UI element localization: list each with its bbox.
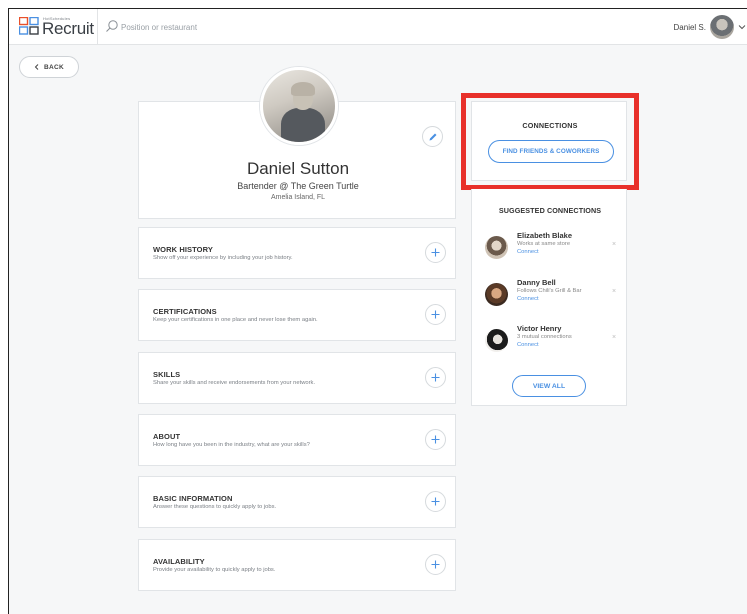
app-window: HotSchedules Recruit Daniel S. BACK D <box>8 8 747 614</box>
plus-icon <box>431 310 440 319</box>
user-menu[interactable]: Daniel S. <box>674 14 746 40</box>
connect-link[interactable]: Connect <box>517 249 539 255</box>
section-title: WORK HISTORY <box>153 245 213 254</box>
search-input[interactable] <box>121 19 341 35</box>
pencil-icon <box>429 133 436 140</box>
section-availability: AVAILABILITY Provide your availability t… <box>138 539 456 591</box>
section-skills: SKILLS Share your skills and receive end… <box>138 352 456 404</box>
section-description: Keep your certifications in one place an… <box>153 317 318 323</box>
section-certifications: CERTIFICATIONS Keep your certifications … <box>138 289 456 341</box>
section-work-history: WORK HISTORY Show off your experience by… <box>138 227 456 279</box>
edit-profile-button[interactable] <box>422 126 443 147</box>
add-availability-button[interactable] <box>425 554 446 575</box>
suggestion-name[interactable]: Victor Henry <box>517 324 561 333</box>
suggestion-detail: Follows Chili's Grill & Bar <box>517 288 582 294</box>
section-basic-information: BASIC INFORMATION Answer these questions… <box>138 476 456 528</box>
suggestion-item: Elizabeth Blake Works at same store Conn… <box>485 231 625 267</box>
profile-location: Amelia Island, FL <box>270 194 326 201</box>
suggestion-name[interactable]: Danny Bell <box>517 278 556 287</box>
top-bar: HotSchedules Recruit Daniel S. <box>9 9 747 45</box>
header-divider <box>97 9 98 45</box>
back-label: BACK <box>44 63 64 71</box>
add-skill-button[interactable] <box>425 367 446 388</box>
section-description: How long have you been in the industry, … <box>153 442 310 448</box>
avatar[interactable] <box>485 329 508 352</box>
plus-icon <box>431 373 440 382</box>
avatar[interactable] <box>485 236 508 259</box>
profile-avatar[interactable] <box>260 67 338 145</box>
section-description: Show off your experience by including yo… <box>153 255 293 261</box>
add-work-history-button[interactable] <box>425 242 446 263</box>
chevron-left-icon <box>34 64 39 70</box>
section-description: Provide your availability to quickly app… <box>153 567 276 573</box>
plus-icon <box>431 248 440 257</box>
avatar[interactable] <box>485 283 508 306</box>
search-icon <box>106 20 118 32</box>
connect-link[interactable]: Connect <box>517 342 539 348</box>
profile-name: Daniel Sutton <box>246 159 350 178</box>
plus-icon <box>431 435 440 444</box>
plus-icon <box>431 560 440 569</box>
profile-title: Bartender @ The Green Turtle <box>237 181 359 191</box>
logo-mark-icon <box>19 17 39 35</box>
chevron-down-icon <box>738 25 746 30</box>
section-title: AVAILABILITY <box>153 557 205 566</box>
dismiss-icon[interactable]: × <box>612 334 616 341</box>
user-avatar <box>710 15 734 39</box>
section-description: Answer these questions to quickly apply … <box>153 504 277 510</box>
add-about-button[interactable] <box>425 429 446 450</box>
suggested-title: SUGGESTED CONNECTIONS <box>498 206 602 215</box>
app-logo[interactable]: HotSchedules Recruit <box>19 15 94 39</box>
dismiss-icon[interactable]: × <box>612 288 616 295</box>
suggestion-item: Victor Henry 3 mutual connections Connec… <box>485 324 625 360</box>
highlight-box <box>461 93 639 190</box>
suggestion-detail: Works at same store <box>517 241 571 247</box>
section-description: Share your skills and receive endorsemen… <box>153 380 316 386</box>
suggestion-name[interactable]: Elizabeth Blake <box>517 231 572 240</box>
dismiss-icon[interactable]: × <box>612 241 616 248</box>
add-certification-button[interactable] <box>425 304 446 325</box>
section-title: SKILLS <box>153 370 181 379</box>
logo-text: Recruit <box>42 19 94 38</box>
user-name: Daniel S. <box>673 22 706 32</box>
view-all-button[interactable]: VIEW ALL <box>512 375 586 397</box>
add-basic-information-button[interactable] <box>425 491 446 512</box>
section-title: BASIC INFORMATION <box>153 494 233 503</box>
suggested-connections-card: SUGGESTED CONNECTIONS Elizabeth Blake Wo… <box>471 189 627 406</box>
plus-icon <box>431 497 440 506</box>
back-button[interactable]: BACK <box>19 56 79 78</box>
suggestion-item: Danny Bell Follows Chili's Grill & Bar C… <box>485 278 625 314</box>
section-about: ABOUT How long have you been in the indu… <box>138 414 456 466</box>
section-title: CERTIFICATIONS <box>153 307 217 316</box>
section-title: ABOUT <box>153 432 181 441</box>
connect-link[interactable]: Connect <box>517 296 539 302</box>
suggestion-detail: 3 mutual connections <box>517 334 572 340</box>
